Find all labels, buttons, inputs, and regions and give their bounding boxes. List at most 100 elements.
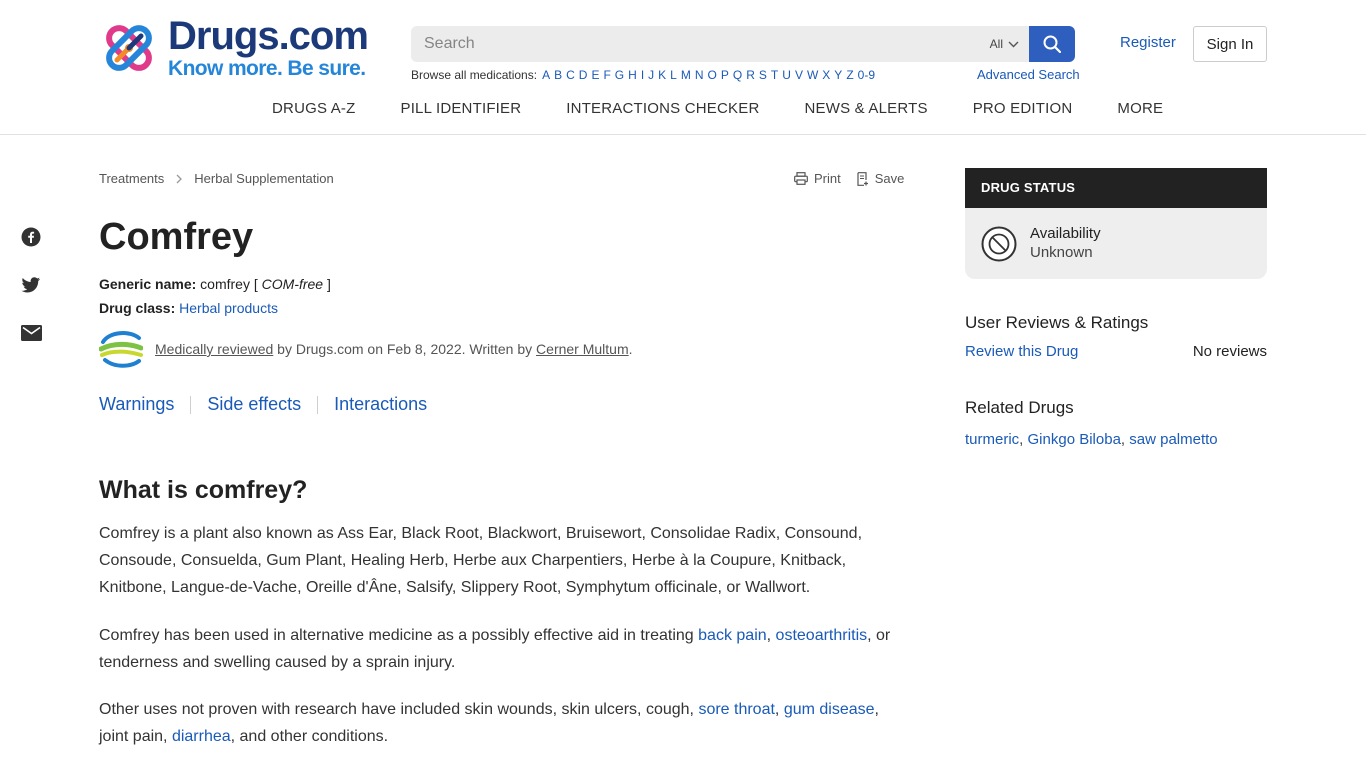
link-gum-disease[interactable]: gum disease [784,701,875,718]
share-email-button[interactable] [20,322,42,344]
nav-more[interactable]: MORE [1117,100,1163,117]
nav-news-alerts[interactable]: NEWS & ALERTS [804,100,927,117]
related-drug-link[interactable]: turmeric [965,431,1019,448]
drug-class-link[interactable]: Herbal products [179,300,278,316]
logo-tagline: Know more. Be sure. [168,57,366,80]
paragraph-other-uses: Other uses not proven with research have… [99,696,899,750]
section-heading: What is comfrey? [99,476,308,504]
browse-letter-p[interactable]: P [721,68,729,82]
browse-letter-h[interactable]: H [628,68,637,82]
browse-letter-g[interactable]: G [615,68,624,82]
jump-divider [190,395,192,414]
drug-status-body: Availability Unknown [965,208,1267,279]
reviewer-logo-icon [99,331,143,368]
browse-letter-i[interactable]: I [641,68,644,82]
register-link[interactable]: Register [1120,34,1176,51]
share-twitter-button[interactable] [20,274,42,296]
site-header: Drugs.com Know more. Be sure. All Browse… [0,0,1366,135]
link-back-pain[interactable]: back pain [698,627,767,644]
reviews-heading: User Reviews & Ratings [965,313,1149,332]
logo-wordmark: Drugs.com [168,14,369,58]
search-input[interactable] [411,26,971,62]
medically-reviewed-link[interactable]: Medically reviewed [155,341,273,357]
browse-letter-r[interactable]: R [746,68,755,82]
review-text: Medically reviewed by Drugs.com on Feb 8… [155,341,633,357]
browse-letter-y[interactable]: Y [834,68,842,82]
link-sore-throat[interactable]: sore throat [698,701,774,718]
text-span: , [766,627,776,644]
browse-letter-u[interactable]: U [782,68,791,82]
browse-letter-l[interactable]: L [670,68,677,82]
generic-name-value: comfrey [200,276,250,292]
breadcrumb: Treatments Herbal Supplementation [99,171,334,186]
unavailable-icon [981,226,1017,262]
medical-review-line: Medically reviewed by Drugs.com on Feb 8… [99,330,633,368]
print-icon [794,172,808,185]
browse-letter-m[interactable]: M [681,68,691,82]
review-by: by Drugs.com on Feb 8, 2022. Written by [273,341,537,357]
breadcrumb-treatments[interactable]: Treatments [99,171,164,186]
paragraph-aliases: Comfrey is a plant also known as Ass Ear… [99,525,863,596]
browse-letter-o[interactable]: O [708,68,717,82]
browse-letter-s[interactable]: S [759,68,767,82]
link-diarrhea[interactable]: diarrhea [172,728,231,745]
availability-value: Unknown [1030,244,1093,261]
browse-letter-a[interactable]: A [542,68,550,82]
twitter-icon [21,277,40,293]
drug-class-row: Drug class: Herbal products [99,300,278,316]
related-drug-link[interactable]: saw palmetto [1129,431,1217,448]
jump-links: Warnings Side effects Interactions [99,394,427,415]
browse-letter-v[interactable]: V [795,68,803,82]
save-label: Save [874,171,905,186]
drug-status-title: DRUG STATUS [965,168,1267,208]
drug-class-label: Drug class: [99,300,176,316]
advanced-search-link[interactable]: Advanced Search [977,67,1080,82]
facebook-icon [21,227,41,247]
browse-letter-t[interactable]: T [771,68,778,82]
chevron-right-icon [176,174,183,184]
browse-letter-z[interactable]: Z [846,68,853,82]
browse-letter-q[interactable]: Q [733,68,742,82]
site-logo[interactable]: Drugs.com Know more. Be sure. [99,14,389,80]
related-drug-link[interactable]: Ginkgo Biloba [1028,431,1121,448]
author-link[interactable]: Cerner Multum [536,341,629,357]
nav-pill-identifier[interactable]: PILL IDENTIFIER [400,100,521,117]
link-osteoarthritis[interactable]: osteoarthritis [776,627,868,644]
jump-interactions[interactable]: Interactions [334,394,427,415]
availability-label: Availability [1030,225,1101,242]
browse-letter-x[interactable]: X [822,68,830,82]
main-nav: DRUGS A-Z PILL IDENTIFIER INTERACTIONS C… [272,100,1163,117]
nav-drugs-a-z[interactable]: DRUGS A-Z [272,100,355,117]
save-button[interactable]: Save [857,171,905,186]
nav-pro-edition[interactable]: PRO EDITION [973,100,1073,117]
search-scope-select[interactable]: All [990,26,1019,62]
page-tools: Print Save [794,171,904,186]
jump-side-effects[interactable]: Side effects [207,394,301,415]
review-count: No reviews [1192,343,1267,360]
review-this-drug-link[interactable]: Review this Drug [965,343,1078,360]
browse-letter-j[interactable]: J [648,68,654,82]
save-icon [857,171,868,186]
sign-in-button[interactable]: Sign In [1193,26,1267,62]
generic-name-row: Generic name: comfrey [ COM-free ] [99,276,331,292]
browse-letter-k[interactable]: K [658,68,666,82]
text-span: , and other conditions. [230,728,389,745]
print-button[interactable]: Print [794,171,841,186]
browse-letter-f[interactable]: F [603,68,610,82]
browse-letter-0-9[interactable]: 0-9 [858,68,875,82]
browse-letter-c[interactable]: C [566,68,575,82]
browse-letter-w[interactable]: W [807,68,818,82]
nav-interactions-checker[interactable]: INTERACTIONS CHECKER [566,100,759,117]
pronunciation: COM-free [261,276,324,292]
browse-letter-e[interactable]: E [591,68,599,82]
breadcrumb-herbal-supplementation[interactable]: Herbal Supplementation [194,171,333,186]
related-drugs-heading: Related Drugs [965,398,1074,417]
browse-letters: A B C D E F G H I J K L M N O P Q R S T U V W X Y Z 0-9 [542,68,875,82]
jump-warnings[interactable]: Warnings [99,394,174,415]
share-facebook-button[interactable] [20,226,42,248]
search-button[interactable] [1029,26,1075,62]
browse-letter-b[interactable]: B [554,68,562,82]
browse-letter-d[interactable]: D [579,68,588,82]
browse-letter-n[interactable]: N [695,68,704,82]
search-icon [1043,35,1061,53]
